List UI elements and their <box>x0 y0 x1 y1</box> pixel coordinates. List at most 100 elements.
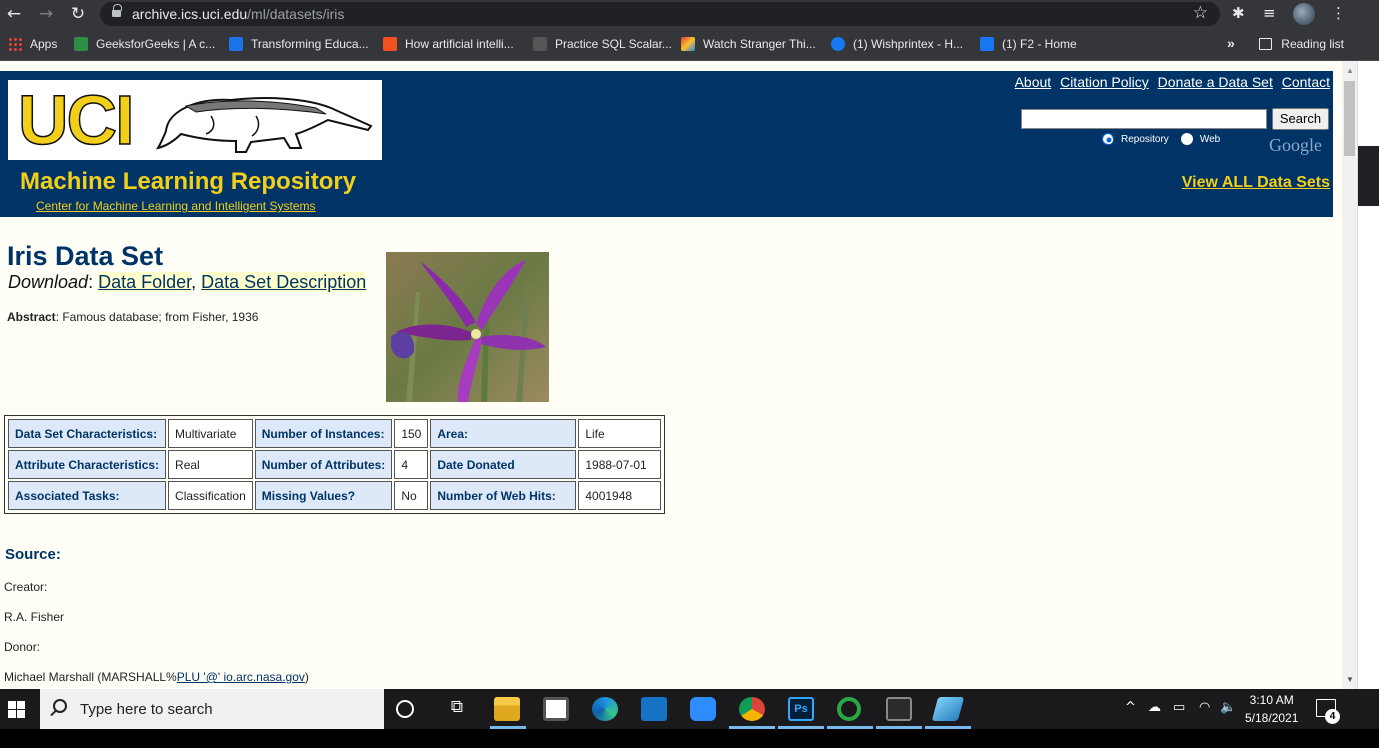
side-panel-strip <box>1357 61 1379 689</box>
clock[interactable]: 3:10 AM 5/18/2021 <box>1245 691 1298 727</box>
download-label: Download <box>8 272 89 292</box>
bookmark-geeksforgeeks[interactable]: GeeksforGeeks | A c... <box>74 37 215 51</box>
browser-toolbar: ← → ↻ archive.ics.uci.edu/ml/datasets/ir… <box>0 0 1379 28</box>
edge-icon[interactable] <box>592 697 618 721</box>
center-link[interactable]: Center for Machine Learning and Intellig… <box>36 199 316 213</box>
site-icon <box>229 37 243 51</box>
extensions-icon[interactable]: ✱ <box>1232 4 1245 22</box>
chrome-icon[interactable] <box>739 697 765 721</box>
geeksforgeeks-icon <box>74 37 88 51</box>
data-folder-link[interactable]: Data Folder <box>98 272 192 292</box>
source-heading: Source: <box>5 546 61 563</box>
scrollbar-thumb[interactable] <box>1344 81 1355 156</box>
store-icon[interactable] <box>543 697 569 721</box>
dataset-description-link[interactable]: Data Set Description <box>201 272 367 292</box>
table-label: Number of Instances: <box>254 419 393 448</box>
taskbar-search[interactable]: Type here to search <box>40 689 384 729</box>
database-icon <box>533 37 547 51</box>
media-control-icon[interactable]: ≡ <box>1263 4 1276 22</box>
table-label: Number of Attributes: <box>254 450 393 479</box>
abstract-label: Abstract <box>7 310 56 324</box>
notepad-icon[interactable] <box>931 697 965 721</box>
scroll-down-icon[interactable]: ▼ <box>1346 675 1354 684</box>
bookmark-transforming-education[interactable]: Transforming Educa... <box>229 37 369 51</box>
profile-avatar[interactable] <box>1293 3 1315 25</box>
bookmark-star-icon[interactable]: ☆ <box>1193 3 1208 23</box>
donor-label: Donor: <box>4 640 41 654</box>
page-scrollbar[interactable]: ▲ ▼ <box>1342 61 1357 689</box>
table-label: Attribute Characteristics: <box>8 450 167 479</box>
google-logo: Google <box>1269 135 1322 155</box>
bookmark-f2-home[interactable]: (1) F2 - Home <box>980 37 1077 51</box>
radio-web-label: Web <box>1199 133 1221 145</box>
table-row: Attribute Characteristics: Real Number o… <box>8 450 662 479</box>
scroll-up-icon[interactable]: ▲ <box>1346 66 1354 75</box>
page-title: Iris Data Set <box>7 241 164 271</box>
reading-list-button[interactable]: Reading list <box>1259 37 1344 51</box>
view-all-datasets-link[interactable]: View ALL Data Sets <box>1182 174 1330 192</box>
table-label: Associated Tasks: <box>8 481 167 510</box>
url-text: archive.ics.uci.edu/ml/datasets/iris <box>132 6 345 22</box>
site-icon <box>383 37 397 51</box>
radio-repository[interactable] <box>1102 133 1114 145</box>
donate-link[interactable]: Donate a Data Set <box>1158 74 1273 90</box>
table-value: 4001948 <box>578 481 662 510</box>
table-label: Missing Values? <box>254 481 393 510</box>
cortana-icon[interactable] <box>396 700 414 718</box>
table-label: Number of Web Hits: <box>430 481 577 510</box>
abstract: Abstract: Famous database; from Fisher, … <box>7 310 258 324</box>
table-row: Associated Tasks: Classification Missing… <box>8 481 662 510</box>
app-ring-icon[interactable] <box>837 697 861 721</box>
more-bookmarks-icon[interactable]: » <box>1227 35 1235 51</box>
facebook-icon <box>831 37 845 51</box>
iris-flower-image <box>386 252 549 402</box>
bookmark-apps[interactable]: Apps <box>8 37 57 51</box>
back-icon[interactable]: ← <box>4 4 24 24</box>
abstract-text: : Famous database; from Fisher, 1936 <box>55 310 259 324</box>
radio-web[interactable] <box>1180 133 1193 145</box>
table-label: Date Donated <box>430 450 577 479</box>
reading-list-icon <box>1259 38 1273 50</box>
file-explorer-icon[interactable] <box>494 697 520 721</box>
forward-icon[interactable]: → <box>36 4 56 24</box>
download-line: Download: Data Folder, Data Set Descript… <box>8 272 367 292</box>
search-button[interactable]: Search <box>1272 108 1329 130</box>
address-bar[interactable]: archive.ics.uci.edu/ml/datasets/iris ☆ <box>100 2 1220 26</box>
search-input[interactable] <box>1021 109 1267 129</box>
zoom-icon[interactable] <box>690 697 716 721</box>
about-link[interactable]: About <box>1015 74 1052 90</box>
lock-icon <box>112 4 122 19</box>
clock-date: 5/18/2021 <box>1245 711 1299 725</box>
task-view-icon[interactable]: ⧉ <box>444 697 470 721</box>
notifications-badge: 4 <box>1325 709 1340 724</box>
bookmark-ai-article[interactable]: How artificial intelli... <box>383 37 514 51</box>
bookmark-wishprintex[interactable]: (1) Wishprintex - H... <box>831 37 963 51</box>
reload-icon[interactable]: ↻ <box>68 4 88 24</box>
terminal-icon[interactable] <box>886 697 912 721</box>
bookmark-stranger-things[interactable]: Watch Stranger Thi... <box>681 37 816 51</box>
bookmarks-bar: Apps GeeksforGeeks | A c... Transforming… <box>0 28 1379 61</box>
donor-text: Michael Marshall (MARSHALL%PLU '@' io.ar… <box>4 670 309 684</box>
web-page: UCI Machine Learning Repository Center f… <box>0 61 1342 689</box>
menu-kebab-icon[interactable]: ⋮ <box>1331 4 1346 22</box>
photoshop-icon[interactable]: Ps <box>788 697 814 721</box>
contact-link[interactable]: Contact <box>1282 74 1330 90</box>
radio-repository-label: Repository <box>1121 133 1169 145</box>
windows-start-icon[interactable] <box>8 701 25 718</box>
table-value: Classification <box>168 481 253 510</box>
citation-policy-link[interactable]: Citation Policy <box>1060 74 1149 90</box>
side-panel-block <box>1358 146 1379 206</box>
onedrive-icon[interactable]: ☁ <box>1148 700 1161 715</box>
bookmark-sql-practice[interactable]: Practice SQL Scalar... <box>533 37 672 51</box>
anteater-icon <box>156 97 373 153</box>
volume-icon[interactable]: 🔈 <box>1220 700 1236 715</box>
tray-chevron-icon[interactable]: ^ <box>1125 700 1136 715</box>
battery-icon[interactable]: ▭ <box>1173 700 1185 715</box>
mail-icon[interactable] <box>641 697 667 721</box>
table-value: 4 <box>394 450 429 479</box>
uci-logo[interactable]: UCI <box>8 80 382 160</box>
repository-title: Machine Learning Repository <box>20 168 357 195</box>
donor-email-link[interactable]: PLU '@' io.arc.nasa.gov <box>177 670 305 684</box>
wifi-icon[interactable]: ◠ <box>1199 700 1210 715</box>
table-value: 1988-07-01 <box>578 450 662 479</box>
